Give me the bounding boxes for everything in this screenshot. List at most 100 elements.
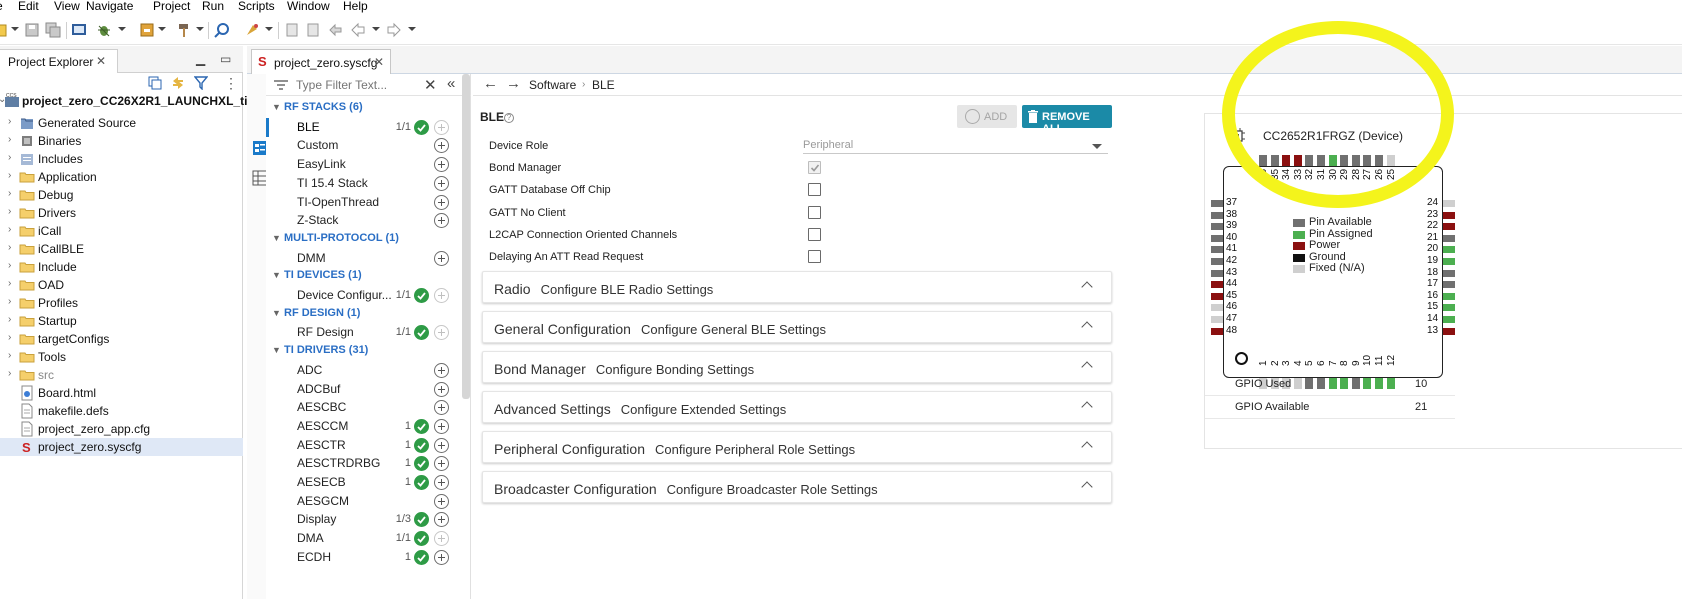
module-item[interactable]: EasyLink bbox=[266, 155, 466, 174]
tree-item[interactable]: › targetConfigs bbox=[0, 330, 243, 348]
chip-pin[interactable] bbox=[1375, 155, 1383, 166]
hammer-icon[interactable] bbox=[176, 22, 192, 38]
menu-e[interactable]: e bbox=[0, 0, 3, 13]
close-icon[interactable]: ✕ bbox=[374, 55, 384, 69]
module-item[interactable]: ECDH 1 bbox=[266, 548, 466, 567]
add-module-icon[interactable] bbox=[434, 362, 449, 378]
chip-pin[interactable] bbox=[1282, 155, 1291, 166]
chip-pin[interactable] bbox=[1328, 155, 1337, 166]
chip-pin[interactable] bbox=[1211, 327, 1223, 335]
module-item[interactable]: AESGCM bbox=[266, 492, 466, 511]
save-icon[interactable] bbox=[24, 22, 40, 38]
collapse-all-icon[interactable] bbox=[148, 76, 162, 90]
expand-toggle-icon[interactable]: › bbox=[8, 296, 18, 308]
expand-toggle-icon[interactable]: › bbox=[8, 278, 18, 290]
module-item[interactable]: AESCTRDRBG 1 bbox=[266, 454, 466, 473]
option-checkbox[interactable] bbox=[808, 206, 821, 219]
chip-pin[interactable] bbox=[1386, 155, 1395, 166]
chip-pin[interactable] bbox=[1443, 200, 1455, 207]
add-module-icon[interactable] bbox=[434, 138, 449, 154]
module-item[interactable]: ADC bbox=[266, 361, 466, 380]
flash-icon[interactable] bbox=[244, 22, 260, 38]
option-checkbox[interactable] bbox=[808, 183, 821, 196]
tree-item[interactable]: › Binaries bbox=[0, 132, 243, 150]
chip-pin[interactable] bbox=[1443, 327, 1455, 335]
link-with-editor-icon[interactable] bbox=[171, 76, 185, 90]
expand-toggle-icon[interactable]: › bbox=[8, 170, 18, 182]
add-module-icon[interactable] bbox=[434, 493, 449, 509]
config-section-header[interactable]: Bond Manager Configure Bonding Settings bbox=[482, 351, 1112, 383]
chip-pin[interactable] bbox=[1443, 211, 1455, 219]
chip-pin[interactable] bbox=[1259, 155, 1267, 166]
module-item[interactable]: DMA 1/1 bbox=[266, 529, 466, 548]
menu-window[interactable]: Window bbox=[287, 0, 330, 13]
chip-pin[interactable] bbox=[1443, 316, 1455, 323]
config-section-header[interactable]: Broadcaster Configuration Configure Broad… bbox=[482, 471, 1112, 503]
chip-pin[interactable] bbox=[1211, 234, 1223, 242]
tree-item[interactable]: › Profiles bbox=[0, 294, 243, 312]
expand-toggle-icon[interactable]: › bbox=[8, 206, 18, 218]
tree-item[interactable]: › Debug bbox=[0, 186, 243, 204]
tree-item[interactable]: › OAD bbox=[0, 276, 243, 294]
build-icon[interactable] bbox=[139, 22, 155, 38]
flash-dropdown-icon[interactable] bbox=[265, 27, 273, 31]
chip-pin[interactable] bbox=[1211, 281, 1223, 289]
expand-toggle-icon[interactable]: › bbox=[8, 314, 18, 326]
chip-pin[interactable] bbox=[1270, 155, 1279, 166]
chip-pin[interactable] bbox=[1443, 269, 1455, 277]
chip-pin[interactable] bbox=[1351, 155, 1360, 166]
chip-pin[interactable] bbox=[1363, 155, 1372, 166]
forward-dropdown-icon[interactable] bbox=[408, 27, 416, 31]
tab-project-zero-syscfg[interactable]: S project_zero.syscfg ✕ bbox=[251, 49, 391, 74]
collapse-panel-icon[interactable]: « bbox=[447, 75, 455, 92]
expand-toggle-icon[interactable]: › bbox=[8, 242, 18, 254]
module-item[interactable]: AESCCM 1 bbox=[266, 417, 466, 436]
remove-all-button[interactable]: REMOVE ALL bbox=[1022, 105, 1112, 135]
module-item[interactable]: DMM bbox=[266, 249, 466, 268]
add-module-icon[interactable] bbox=[434, 400, 449, 416]
tree-item[interactable]: makefile.defs bbox=[0, 402, 243, 420]
module-item[interactable]: AESECB 1 bbox=[266, 473, 466, 492]
chip-pin[interactable] bbox=[1443, 281, 1455, 289]
search-icon[interactable] bbox=[214, 22, 230, 38]
module-group-header[interactable]: ▼ MULTI-PROTOCOL (1) bbox=[272, 232, 399, 250]
module-item[interactable]: Custom bbox=[266, 136, 466, 155]
chip-pin[interactable] bbox=[1211, 316, 1223, 323]
add-button[interactable]: ADD bbox=[957, 105, 1017, 128]
tree-item[interactable]: › Tools bbox=[0, 348, 243, 366]
chip-pin[interactable] bbox=[1211, 258, 1223, 265]
maximize-icon[interactable]: ▭ bbox=[220, 52, 231, 66]
tree-item[interactable]: Board.html bbox=[0, 384, 243, 402]
module-list-scrollbar[interactable] bbox=[462, 74, 470, 399]
debug-dropdown-icon[interactable] bbox=[118, 27, 126, 31]
tree-item[interactable]: › src bbox=[0, 366, 243, 384]
module-item[interactable]: Device Configur... 1/1 bbox=[266, 286, 466, 305]
add-module-icon[interactable] bbox=[434, 512, 449, 528]
device-role-select[interactable]: Peripheral bbox=[803, 139, 1108, 154]
expand-toggle-icon[interactable]: › bbox=[8, 188, 18, 200]
module-item[interactable]: BLE 1/1 bbox=[266, 117, 466, 137]
expand-toggle-icon[interactable]: › bbox=[8, 152, 18, 164]
debug-icon[interactable] bbox=[96, 22, 112, 38]
save-all-icon[interactable] bbox=[45, 22, 61, 38]
expand-toggle-icon[interactable]: › bbox=[8, 332, 18, 344]
module-item[interactable]: Z-Stack bbox=[266, 211, 466, 230]
hammer-dropdown-icon[interactable] bbox=[196, 27, 204, 31]
chip-pin[interactable] bbox=[1293, 155, 1302, 166]
tree-item[interactable]: › Drivers bbox=[0, 204, 243, 222]
chip-pin[interactable] bbox=[1443, 246, 1455, 254]
module-item[interactable]: RF Design 1/1 bbox=[266, 323, 466, 342]
tree-item[interactable]: › Include bbox=[0, 258, 243, 276]
tree-item[interactable]: › iCall bbox=[0, 222, 243, 240]
menu-help[interactable]: Help bbox=[343, 0, 368, 13]
module-group-header[interactable]: ▼ TI DEVICES (1) bbox=[272, 269, 362, 287]
new-icon[interactable] bbox=[0, 22, 10, 38]
chip-pin[interactable] bbox=[1211, 211, 1223, 219]
menu-navigate[interactable]: Navigate bbox=[86, 0, 133, 13]
add-module-icon[interactable] bbox=[434, 456, 449, 472]
back-arrow-icon[interactable]: ← bbox=[483, 75, 498, 92]
chip-pin[interactable] bbox=[1211, 223, 1223, 231]
tab-project-explorer[interactable]: Project Explorer ✕ bbox=[0, 49, 118, 73]
minimize-icon[interactable]: ▁ bbox=[196, 52, 205, 66]
add-module-icon[interactable] bbox=[434, 437, 449, 453]
